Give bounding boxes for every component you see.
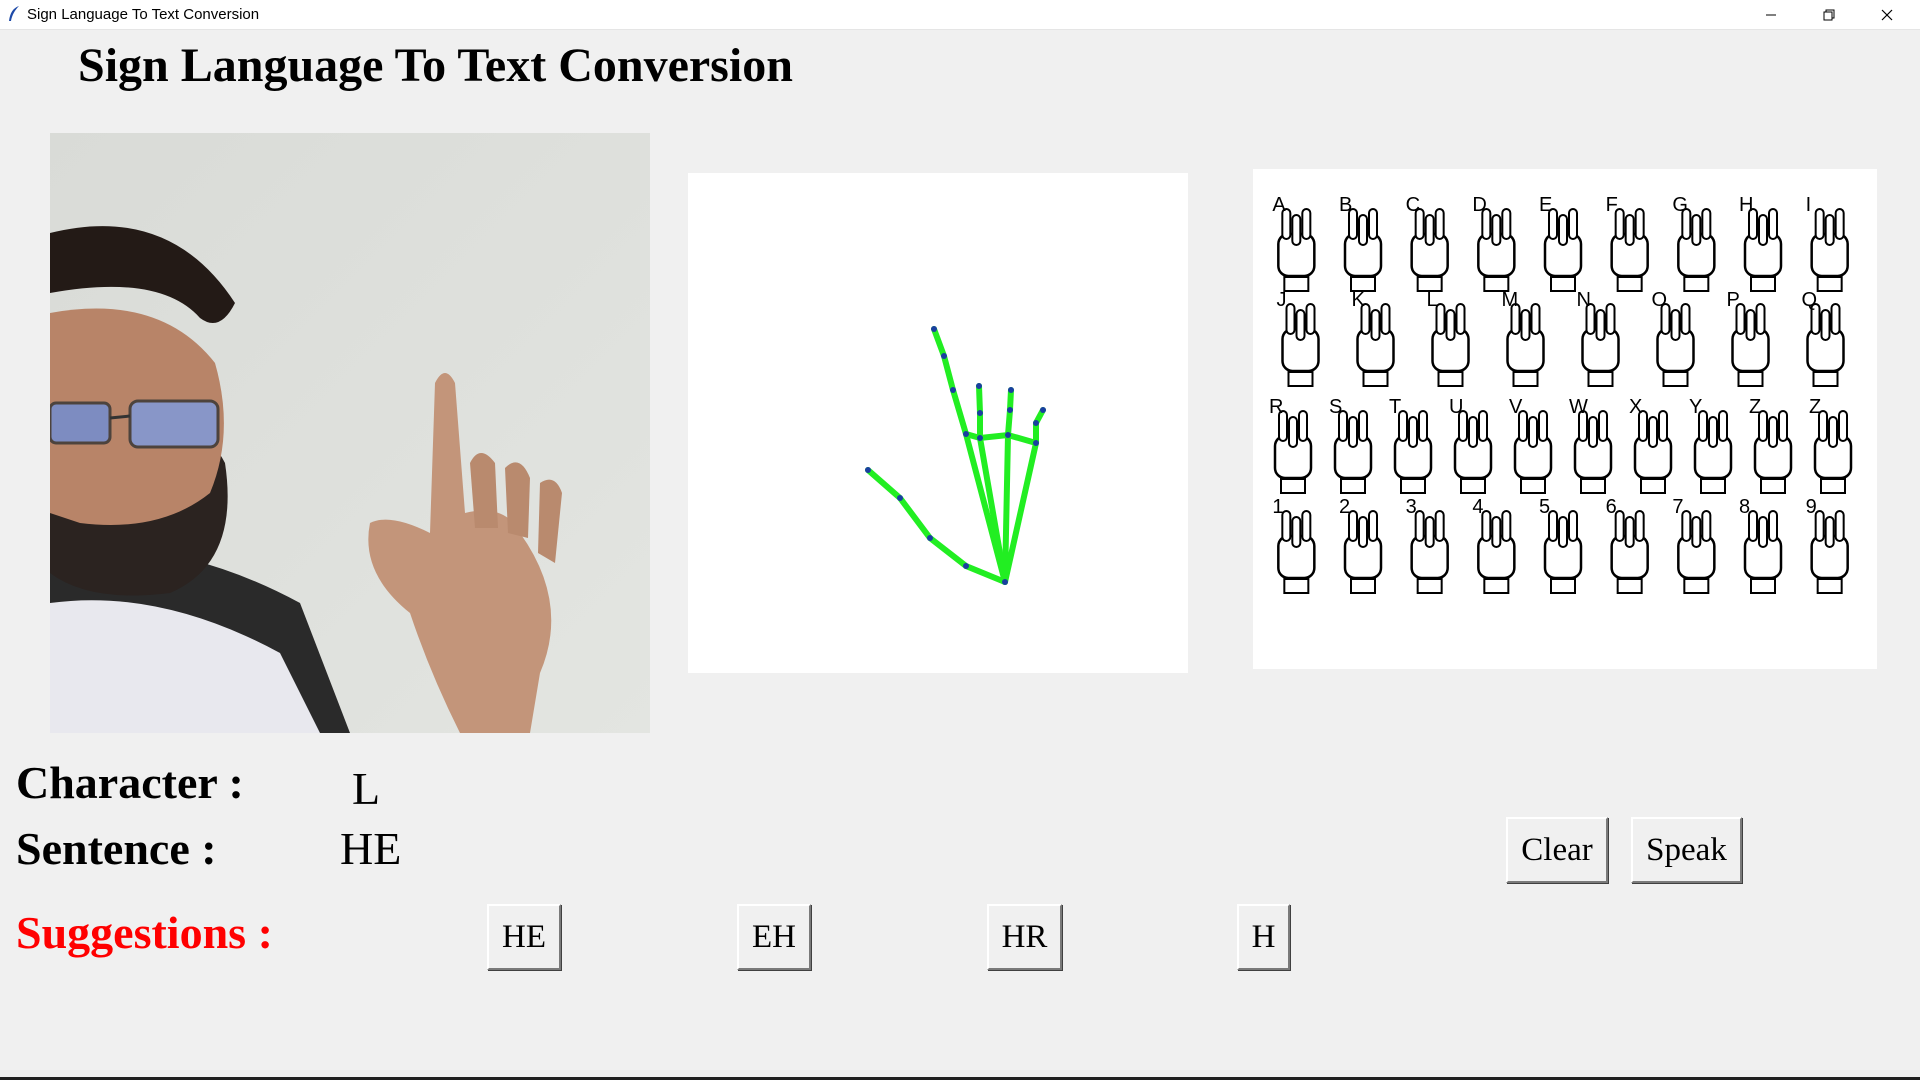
asl-letter-label: H [1739, 194, 1753, 216]
asl-letter-label: L [1427, 289, 1438, 311]
asl-sign-row4-2: 2 [1339, 496, 1383, 594]
feather-icon [9, 6, 19, 21]
asl-letter-label: 3 [1406, 496, 1417, 518]
asl-letter-label: W [1569, 396, 1588, 418]
asl-letter-label: 8 [1739, 496, 1750, 518]
asl-sign-row4-6: 6 [1606, 496, 1649, 594]
asl-letter-label: 5 [1539, 496, 1550, 518]
asl-letter-label: K [1352, 289, 1366, 311]
suggestion-button-3[interactable]: HR [987, 904, 1062, 970]
asl-sign-row3-X: X [1629, 396, 1673, 494]
asl-letter-label: Z [1809, 396, 1821, 418]
asl-letter-label: J [1277, 289, 1287, 311]
asl-sign-row3-T: T [1389, 396, 1433, 494]
asl-letter-label: 4 [1472, 496, 1483, 518]
suggestions-label: Suggestions : [16, 907, 273, 958]
asl-sign-row1-E: E [1539, 194, 1583, 292]
asl-sign-row2-N: N [1577, 289, 1620, 387]
window-titlebar: Sign Language To Text Conversion [0, 0, 1920, 30]
asl-sign-row1-C: C [1406, 194, 1449, 292]
asl-letter-label: V [1509, 396, 1523, 418]
asl-sign-row4-8: 8 [1739, 496, 1783, 594]
asl-sign-row1-F: F [1606, 194, 1649, 292]
asl-sign-row4-3: 3 [1406, 496, 1449, 594]
asl-letter-label: G [1672, 194, 1688, 216]
asl-sign-row2-J: J [1277, 289, 1320, 387]
asl-letter-label: 7 [1672, 496, 1683, 518]
asl-sign-row4-5: 5 [1539, 496, 1583, 594]
asl-letter-label: 1 [1272, 496, 1283, 518]
asl-letter-label: Q [1802, 289, 1818, 311]
asl-chart-image: A B C D E F G H I J K L M N O P Q R S T U V W X Y Z Z 1 2 3 4 5 6 7 8 9 [1269, 194, 1853, 594]
asl-sign-row3-S: S [1329, 396, 1373, 494]
asl-sign-row1-A: A [1272, 194, 1316, 292]
asl-letter-label: U [1449, 396, 1463, 418]
asl-sign-row1-H: H [1739, 194, 1783, 292]
asl-sign-row4-7: 7 [1672, 496, 1716, 594]
asl-letter-label: T [1389, 396, 1401, 418]
suggestion-button-1[interactable]: HE [487, 904, 561, 970]
close-icon [1881, 9, 1893, 20]
restore-icon [1823, 9, 1835, 20]
asl-letter-label: F [1606, 194, 1618, 216]
asl-sign-row4-1: 1 [1272, 496, 1316, 594]
asl-alphabet-chart: A B C D E F G H I J K L M N O P Q R S T U V W X Y Z Z 1 2 3 4 5 6 7 8 9 [1253, 169, 1877, 669]
asl-letter-label: A [1272, 194, 1286, 216]
skeleton-drawing [865, 326, 1046, 585]
asl-sign-row1-I: I [1806, 194, 1849, 292]
asl-letter-label: M [1502, 289, 1519, 311]
asl-letter-label: Y [1689, 396, 1702, 418]
sentence-label: Sentence : [16, 823, 217, 874]
asl-sign-row2-K: K [1352, 289, 1395, 387]
minimize-button[interactable] [1742, 0, 1800, 29]
asl-sign-row2-Q: Q [1802, 289, 1845, 387]
asl-letter-label: D [1472, 194, 1486, 216]
asl-letter-label: X [1629, 396, 1642, 418]
minimize-icon [1766, 14, 1776, 15]
asl-letter-label: I [1806, 194, 1812, 216]
hand-landmark-skeleton [688, 173, 1188, 673]
window-title: Sign Language To Text Conversion [27, 6, 260, 23]
asl-sign-row3-V: V [1509, 396, 1553, 494]
restore-button[interactable] [1800, 0, 1858, 29]
character-label: Character : [16, 757, 244, 808]
asl-sign-row4-9: 9 [1806, 496, 1849, 594]
suggestion-button-2[interactable]: EH [737, 904, 811, 970]
asl-letter-label: Z [1749, 396, 1761, 418]
asl-letter-label: O [1652, 289, 1668, 311]
asl-sign-row1-D: D [1472, 194, 1516, 292]
suggestion-button-4[interactable]: H [1237, 904, 1290, 970]
asl-sign-row2-M: M [1502, 289, 1545, 387]
webcam-feed [50, 133, 650, 733]
character-value: L [352, 763, 381, 814]
asl-sign-row3-U: U [1449, 396, 1493, 494]
asl-sign-row4-4: 4 [1472, 496, 1516, 594]
speak-button[interactable]: Speak [1631, 817, 1742, 883]
asl-sign-row3-Z: Z [1749, 396, 1793, 494]
asl-letter-label: B [1339, 194, 1352, 216]
asl-letter-label: P [1727, 289, 1740, 311]
asl-sign-row2-L: L [1427, 289, 1470, 387]
sentence-value: HE [340, 823, 402, 874]
asl-letter-label: R [1269, 396, 1283, 418]
webcam-image [50, 133, 650, 733]
asl-sign-row3-Z: Z [1809, 396, 1853, 494]
asl-letter-label: E [1539, 194, 1552, 216]
close-button[interactable] [1858, 0, 1916, 29]
asl-sign-row3-R: R [1269, 396, 1313, 494]
app-heading: Sign Language To Text Conversion [78, 39, 793, 92]
asl-sign-row1-G: G [1672, 194, 1716, 292]
asl-sign-row2-O: O [1652, 289, 1695, 387]
asl-letter-label: S [1329, 396, 1342, 418]
asl-letter-label: 6 [1606, 496, 1617, 518]
asl-letter-label: 2 [1339, 496, 1350, 518]
asl-letter-label: 9 [1806, 496, 1817, 518]
asl-sign-row2-P: P [1727, 289, 1770, 387]
asl-sign-row1-B: B [1339, 194, 1383, 292]
asl-sign-row3-Y: Y [1689, 396, 1733, 494]
asl-letter-label: N [1577, 289, 1591, 311]
asl-sign-row3-W: W [1569, 396, 1613, 494]
asl-letter-label: C [1406, 194, 1420, 216]
clear-button[interactable]: Clear [1506, 817, 1608, 883]
